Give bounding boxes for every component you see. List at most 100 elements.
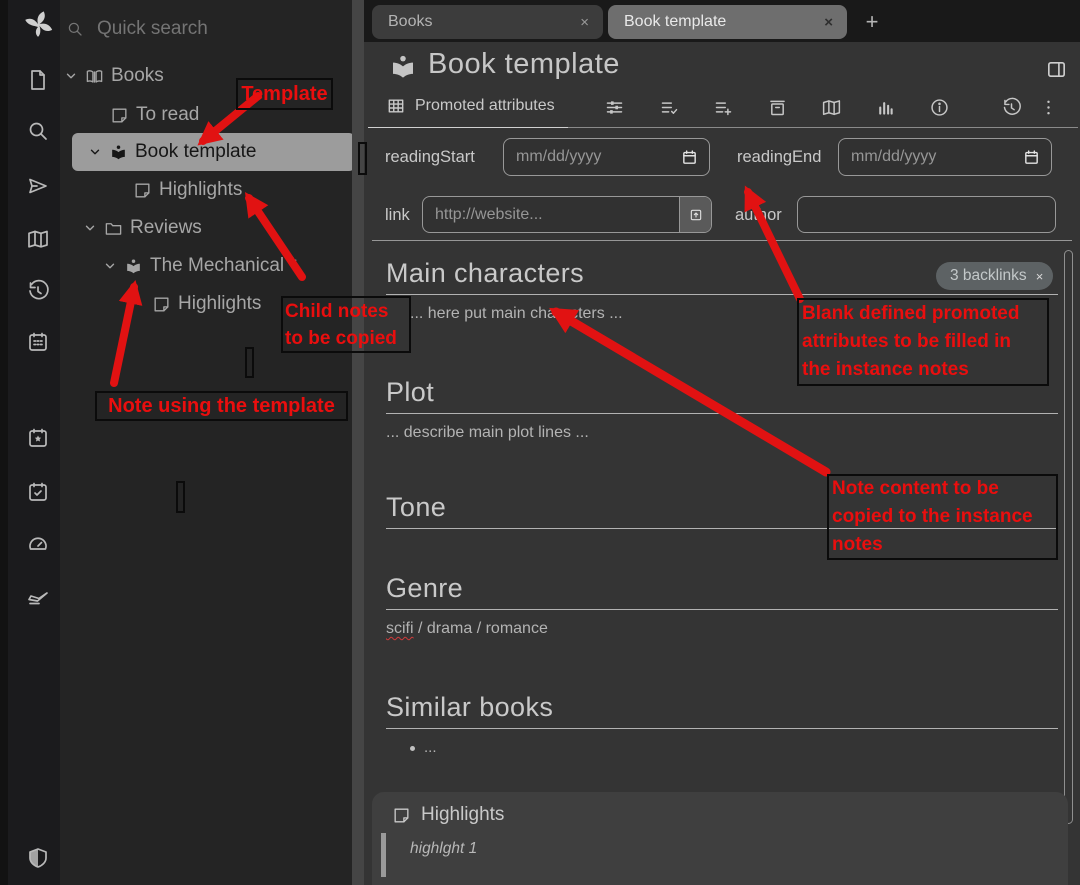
reading-start-input[interactable] [504,148,681,166]
note-title[interactable]: Book template [428,48,620,81]
calendar-check-icon[interactable] [26,480,50,504]
tab-label: Book template [608,13,810,31]
section-heading: Genre [386,573,1058,610]
link-input[interactable] [423,206,679,224]
folder-icon [104,219,123,238]
external-link-icon [688,207,704,223]
reading-end-input[interactable] [839,148,1023,166]
tree-item-to-read[interactable]: To read [60,96,352,134]
chevron-down-icon[interactable] [88,145,102,159]
child-note-card[interactable]: Highlights highlght 1 [372,792,1068,885]
genre-rest: / drama / romance [414,620,548,637]
tab-books[interactable]: Books × [372,5,603,39]
note-icon [110,106,129,125]
link-field[interactable] [422,196,712,233]
new-tab-button[interactable]: + [858,8,886,36]
note-map-icon[interactable] [26,227,50,251]
search-icon [66,20,84,38]
tree-item-label: Highlights [178,293,261,315]
reading-start-date-field[interactable] [503,138,710,176]
scrollbar[interactable] [1064,250,1073,824]
kebab-menu-icon[interactable] [1038,97,1059,118]
section-similar-books: Similar books ... [386,692,1058,756]
author-field[interactable] [797,196,1056,233]
plane-icon[interactable] [26,586,50,610]
ribbon-tab-promoted-attributes[interactable]: Promoted attributes [386,96,555,116]
author-input[interactable] [798,206,1055,224]
backlinks-badge[interactable]: 3 backlinks × [936,262,1053,290]
close-icon[interactable]: × [566,14,603,31]
tree-item-the-mechanical[interactable]: The Mechanical * [60,247,352,285]
tree-item-reviews[interactable]: Reviews [60,209,352,247]
chevron-down-icon[interactable] [103,259,117,273]
tree-item-highlights[interactable]: Highlights [60,171,352,209]
chevron-down-icon[interactable] [83,221,97,235]
dashboard-icon[interactable] [26,533,50,557]
trilium-app-window: Quick search Books To read Book template… [0,0,1080,885]
misspelled-word: scifi [386,620,414,637]
note-content[interactable]: Main characters ... here put main charac… [386,246,1058,756]
quick-search[interactable]: Quick search [62,12,350,46]
blockquote-bar [381,833,386,877]
reading-end-date-field[interactable] [838,138,1052,176]
quick-search-placeholder: Quick search [97,18,208,40]
archive-icon[interactable] [767,97,788,118]
attr-label-reading-end: readingEnd [737,148,821,167]
info-icon[interactable] [929,97,950,118]
attr-label-reading-start: readingStart [385,148,475,167]
open-link-button[interactable] [679,197,711,232]
tree-item-label: Highlights [159,179,242,201]
section-body: scifi / drama / romance [386,620,1058,638]
section-genre: Genre scifi / drama / romance [386,573,1058,638]
send-icon[interactable] [26,174,50,198]
close-icon[interactable]: × [810,14,847,31]
list-check-icon[interactable] [659,97,680,118]
calendar-icon[interactable] [1023,149,1040,166]
tree-item-label: Books [111,65,164,87]
book-reader-icon[interactable] [388,52,418,82]
section-body: ... here put main characters ... [386,305,1058,323]
bar-chart-icon[interactable] [875,97,896,118]
launcher-rail [8,0,60,885]
tab-bar: Books × Book template × + [364,0,1080,42]
book-reader-icon [109,143,128,162]
ribbon-tab-label: Promoted attributes [415,97,555,115]
child-note-header[interactable]: Highlights [392,804,504,826]
section-separator [372,240,1072,241]
trilium-logo-icon [21,10,55,44]
chevron-down-icon[interactable] [64,69,78,83]
pane-divider[interactable] [352,0,364,885]
tab-book-template[interactable]: Book template × [608,5,847,39]
section-heading: Similar books [386,692,1058,729]
calendar-icon[interactable] [26,330,50,354]
close-icon[interactable]: × [1036,269,1044,284]
tree-item-books[interactable]: Books [60,57,352,95]
bullet-list: ... [386,739,1058,756]
split-pane-icon[interactable] [1045,58,1068,81]
list-item: ... [424,739,1058,756]
search-icon[interactable] [26,119,50,143]
tab-label: Books [372,13,566,31]
new-note-icon[interactable] [26,68,50,92]
section-tone: Tone [386,492,1058,529]
history-icon[interactable] [1001,97,1022,118]
recent-changes-icon[interactable] [26,279,50,303]
calendar-star-icon[interactable] [26,426,50,450]
note-icon [133,181,152,200]
calendar-icon[interactable] [681,149,698,166]
map-icon[interactable] [821,97,842,118]
shield-icon[interactable] [26,846,50,870]
blockquote-text: highlght 1 [410,840,477,858]
ribbon-underline [368,127,1078,128]
child-note-title[interactable]: Highlights [421,804,504,826]
sliders-icon[interactable] [604,97,625,118]
note-icon [152,295,171,314]
tree-item-label: To read [136,104,199,126]
tree-item-label: Book template [135,141,256,163]
tree-item-book-template[interactable]: Book template [72,133,355,171]
book-reader-icon [124,257,143,276]
tree-item-highlights-2[interactable]: Highlights [60,285,352,323]
list-plus-icon[interactable] [713,97,734,118]
attr-label-author: author [735,206,782,225]
window-edge [0,0,8,885]
